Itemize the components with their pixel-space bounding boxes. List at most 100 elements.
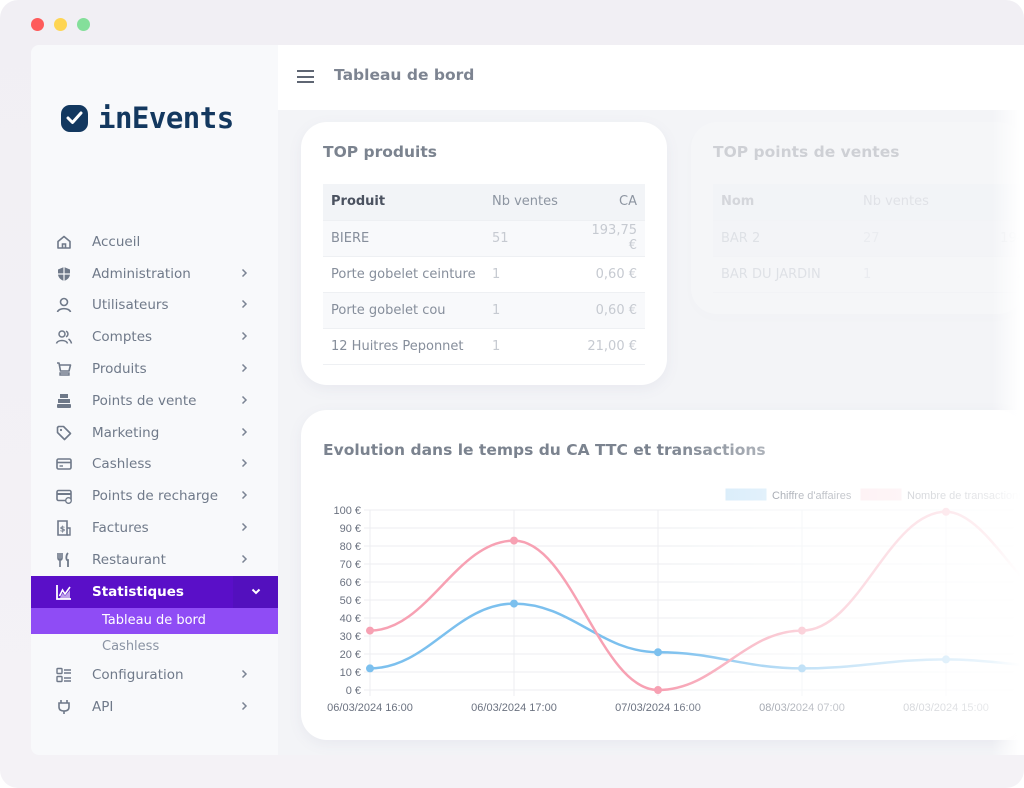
legend-label: Nombre de transactions [907,490,1024,502]
check-badge-icon [61,104,88,132]
data-point [366,626,374,635]
top-bar: Tableau de bord [278,45,1024,110]
chevron-right-icon [241,267,248,281]
cash-register-icon [55,392,73,410]
sidebar-item-marketing[interactable]: Marketing [31,417,278,449]
top-products-card: TOP produits Produit Nb ventes CA BIERE 5… [301,122,667,385]
data-point [654,686,662,694]
y-tick-label: 0 € [346,685,361,697]
sidebar-subitem-cashless[interactable]: Cashless [31,634,278,660]
collapse-toggle[interactable] [233,575,278,608]
shield-icon [55,265,73,283]
table-row[interactable]: BAR DU JARDIN 1 2 [713,256,1024,293]
column-header-produit[interactable]: Produit [323,184,484,221]
sidebar-item-label: Statistiques [92,583,184,600]
cell-name: BIERE [323,220,484,257]
revenue-chart-card: Evolution dans le temps du CA TTC et tra… [301,410,1024,740]
table-row[interactable]: Porte gobelet ceinture 1 0,60 € [323,256,645,293]
data-point [510,536,518,545]
sidebar-item-points-de-vente[interactable]: Points de vente [31,385,278,417]
cell-name: BAR 2 [713,220,855,257]
cell-count: 1 [484,292,574,329]
sidebar-item-label: Produits [92,361,147,378]
chevron-down-icon [251,588,260,595]
page-title: Tableau de bord [334,66,475,84]
sidebar-item-label: Points de recharge [92,488,219,505]
chevron-right-icon [241,521,248,535]
sidebar-item-statistiques[interactable]: Statistiques [31,575,278,608]
cell-count: 51 [484,220,574,257]
hamburger-icon[interactable] [297,70,314,87]
sidebar-item-produits[interactable]: Produits [31,353,278,385]
data-point [654,648,662,657]
cell-count: 1 [484,256,574,293]
sidebar-item-label: API [92,699,114,716]
chevron-right-icon [241,394,248,408]
home-icon [55,233,73,251]
sidebar-item-utilisateurs[interactable]: Utilisateurs [31,290,278,322]
table-row[interactable]: Porte gobelet cou 1 0,60 € [323,292,645,329]
window-controls [31,18,90,31]
tag-icon [55,424,73,442]
cell-amount: 21,00 € [574,328,645,365]
cell-amount: 193,75 € [574,220,645,257]
sidebar-item-api[interactable]: API [31,691,278,723]
table-row[interactable]: 12 Huitres Peponnet 1 21,00 € [323,328,645,365]
cell-amount: 2 [965,256,1024,293]
legend-swatch [725,488,767,501]
top-pos-table: Nom Nb ventes BAR 2 27 194 BAR DU JARDIN 1 2 [713,184,1024,293]
cell-count: 27 [855,220,965,257]
chart-icon [55,583,73,601]
sidebar-item-factures[interactable]: $ Factures [31,512,278,544]
sidebar-item-label: Restaurant [92,551,166,568]
sidebar-item-administration[interactable]: Administration [31,258,278,290]
sidebar-subitem-label: Tableau de bord [102,613,206,629]
users-icon [55,328,73,346]
sidebar-item-label: Points de vente [92,392,197,409]
cell-amount: 194 [965,220,1024,257]
y-tick-label: 10 € [340,667,361,679]
column-header-ca[interactable] [965,184,1024,221]
chevron-right-icon [241,330,248,344]
sidebar-subitem-tableau-de-bord[interactable]: Tableau de bord [31,607,278,634]
sidebar-item-cashless[interactable]: Cashless [31,449,278,481]
fork-knife-icon [55,551,73,569]
sidebar-item-configuration[interactable]: Configuration [31,660,278,692]
cart-icon [55,360,73,378]
chevron-right-icon [241,426,248,440]
y-tick-label: 40 € [340,613,361,625]
top-pos-title: TOP points de ventes [713,143,900,161]
table-header-row: Produit Nb ventes CA [323,184,645,221]
column-header-nb-ventes[interactable]: Nb ventes [484,184,574,221]
table-header-row: Nom Nb ventes [713,184,1024,221]
column-header-nom[interactable]: Nom [713,184,855,221]
column-header-nb-ventes[interactable]: Nb ventes [855,184,965,221]
sidebar-item-points-de-recharge[interactable]: Points de recharge [31,480,278,512]
table-row[interactable]: BAR 2 27 194 [713,220,1024,257]
x-tick-label: 08/03/2024 15:00 [903,702,989,714]
sidebar-item-label: Administration [92,265,191,282]
cell-name: 12 Huitres Peponnet [323,328,484,365]
brand-logo[interactable]: inEvents [61,101,234,135]
line-chart: 0 € 10 € 20 € 30 € 40 € 50 € 60 € 70 € 80 € 90 € 1… [327,488,1024,714]
sidebar-item-label: Factures [92,520,149,537]
credit-card-icon [55,455,73,473]
y-tick-label: 60 € [340,577,361,589]
y-tick-label: 100 € [333,505,361,517]
sidebar-item-comptes[interactable]: Comptes [31,321,278,353]
app-window: inEvents Accueil Administration Utilisateu… [0,0,1024,788]
cell-name: Porte gobelet cou [323,292,484,329]
chevron-right-icon [241,298,248,312]
sidebar-item-accueil[interactable]: Accueil [31,226,278,258]
column-header-ca[interactable]: CA [574,184,645,221]
cell-name: Porte gobelet ceinture [323,256,484,293]
sidebar-item-label: Comptes [92,329,153,346]
sidebar-item-restaurant[interactable]: Restaurant [31,544,278,576]
close-window-button[interactable] [31,18,44,31]
table-row[interactable]: BIERE 51 193,75 € [323,220,645,257]
svg-text:$: $ [60,525,66,534]
cell-count: 1 [484,328,574,365]
minimize-window-button[interactable] [54,18,67,31]
sidebar-item-label: Cashless [92,456,152,473]
maximize-window-button[interactable] [77,18,90,31]
